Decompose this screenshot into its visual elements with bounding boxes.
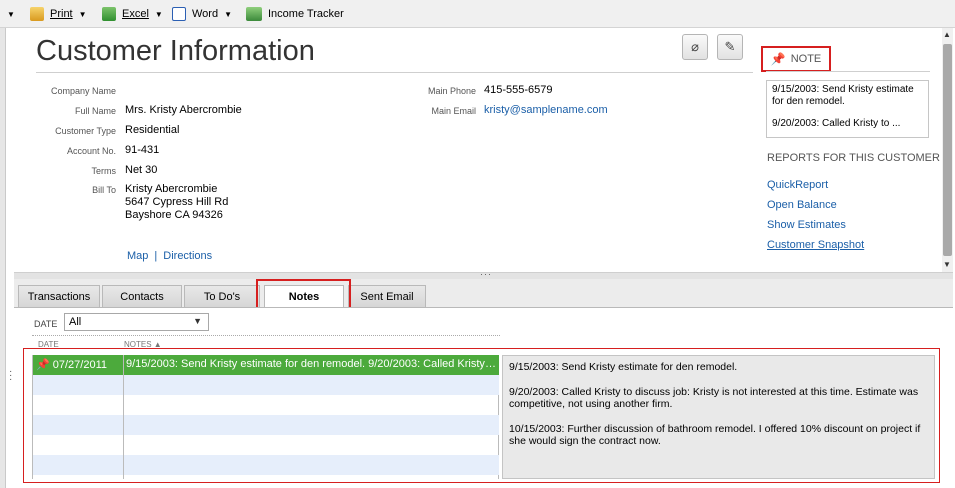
edit-button[interactable]: ✎ — [717, 34, 743, 60]
grip-icon: ··· — [480, 269, 492, 279]
bill-to-address: Kristy Abercrombie 5647 Cypress Hill Rd … — [125, 183, 228, 222]
excel-icon — [102, 7, 116, 21]
toolbar: ▼ Print ▼ Excel ▼ Word ▼ Income Tracker — [0, 0, 955, 28]
customer-info-panel: Customer Information ⌀ ✎ Company Name Fu… — [14, 28, 941, 272]
table-row[interactable]: 📌 07/27/2011 9/15/2003: Send Kristy esti… — [33, 355, 499, 375]
income-tracker-icon — [246, 7, 262, 21]
print-button[interactable]: Print ▼ — [30, 6, 87, 22]
pin-icon: 📌 — [770, 52, 786, 66]
address-line: 5647 Cypress Hill Rd — [125, 196, 229, 208]
caret-down-icon: ▼ — [154, 9, 163, 19]
date-filter-select[interactable]: All ▼ — [64, 313, 209, 331]
left-panel-edge[interactable] — [0, 28, 6, 488]
separator: | — [154, 250, 158, 262]
tab-todos[interactable]: To Do's — [184, 285, 260, 307]
row-note-cell: 9/15/2003: Send Kristy estimate for den … — [126, 358, 496, 370]
note-preview-line: 9/20/2003: Called Kristy to ... — [772, 118, 901, 129]
divider — [32, 335, 500, 336]
tab-contacts[interactable]: Contacts — [102, 285, 182, 307]
column-divider — [123, 355, 124, 479]
resize-grip-icon[interactable]: · · · — [9, 367, 12, 385]
table-row[interactable] — [33, 435, 499, 455]
attach-button[interactable]: ⌀ — [682, 34, 708, 60]
main-email-label: Main Email — [431, 106, 476, 116]
table-row[interactable] — [33, 455, 499, 475]
main-phone-value: 415-555-6579 — [484, 84, 553, 96]
table-row[interactable] — [33, 375, 499, 395]
panel-splitter[interactable]: ··· — [14, 269, 953, 279]
vertical-scrollbar[interactable]: ▲ ▼ — [942, 28, 953, 272]
note-detail-paragraph: 9/15/2003: Send Kristy estimate for den … — [509, 361, 738, 373]
word-icon — [172, 7, 186, 21]
table-row[interactable] — [33, 415, 499, 435]
scroll-up-icon[interactable]: ▲ — [943, 30, 951, 39]
show-estimates-link[interactable]: Show Estimates — [767, 219, 846, 231]
terms-value: Net 30 — [125, 164, 158, 176]
page-title: Customer Information — [36, 35, 315, 67]
account-no-label: Account No. — [66, 146, 116, 156]
caret-down-icon: ▼ — [7, 9, 15, 19]
caret-down-icon: ▼ — [78, 9, 87, 19]
note-preview[interactable]: 9/15/2003: Send Kristy estimate for den … — [766, 80, 929, 138]
pencil-icon: ✎ — [724, 39, 736, 54]
note-detail-panel[interactable]: 9/15/2003: Send Kristy estimate for den … — [502, 355, 935, 479]
terms-label: Terms — [91, 166, 117, 176]
toolbar-collapse-button[interactable]: ▼ — [7, 6, 15, 22]
directions-link[interactable]: Directions — [163, 250, 212, 262]
bill-to-label: Bill To — [92, 185, 116, 195]
address-line: Kristy Abercrombie — [125, 183, 218, 195]
address-line: Bayshore CA 94326 — [125, 209, 223, 221]
note-preview-line: 9/15/2003: Send Kristy estimate for den … — [772, 84, 914, 107]
notes-tab-body: DATE All ▼ DATE NOTES ▲ 📌 07/27/2011 9/1… — [14, 307, 953, 488]
scroll-down-icon[interactable]: ▼ — [943, 260, 951, 269]
open-balance-link[interactable]: Open Balance — [767, 199, 837, 211]
pin-icon: 📌 — [36, 359, 50, 371]
caret-down-icon: ▼ — [224, 9, 233, 19]
reports-heading: REPORTS FOR THIS CUSTOMER — [767, 152, 940, 164]
quickreport-link[interactable]: QuickReport — [767, 179, 828, 191]
note-detail-paragraph: 10/15/2003: Further discussion of bathro… — [509, 422, 921, 448]
tab-transactions[interactable]: Transactions — [18, 285, 100, 307]
note-button[interactable]: 📌 NOTE — [761, 46, 831, 72]
table-row[interactable] — [33, 395, 499, 415]
income-tracker-button[interactable]: Income Tracker — [246, 6, 344, 22]
note-detail-paragraph: 9/20/2003: Called Kristy to discuss job:… — [509, 385, 919, 411]
date-filter-label: DATE — [34, 319, 58, 329]
notes-grid: 📌 07/27/2011 9/15/2003: Send Kristy esti… — [32, 355, 499, 479]
tabs-area: Transactions Contacts To Do's Notes Sent… — [14, 279, 953, 488]
company-name-label: Company Name — [50, 86, 116, 96]
divider — [766, 71, 930, 72]
account-no-value: 91-431 — [125, 144, 160, 156]
map-link[interactable]: Map — [127, 250, 148, 262]
divider — [36, 72, 753, 73]
scrollbar-thumb[interactable] — [943, 44, 952, 256]
row-date-cell: 📌 07/27/2011 — [36, 359, 108, 371]
paperclip-icon: ⌀ — [691, 39, 699, 54]
excel-button[interactable]: Excel ▼ — [102, 6, 163, 22]
customer-snapshot-link[interactable]: Customer Snapshot — [767, 239, 864, 251]
word-button[interactable]: Word ▼ — [172, 6, 232, 22]
customer-type-value: Residential — [125, 124, 180, 136]
main-email-link[interactable]: kristy@samplename.com — [484, 104, 608, 116]
printer-icon — [30, 7, 44, 21]
full-name-value: Mrs. Kristy Abercrombie — [125, 104, 242, 116]
map-directions: Map | Directions — [127, 250, 212, 262]
customer-type-label: Customer Type — [55, 126, 116, 136]
full-name-label: Full Name — [74, 106, 116, 116]
chevron-down-icon: ▼ — [193, 316, 202, 326]
tab-sent-email[interactable]: Sent Email — [348, 285, 426, 307]
main-phone-label: Main Phone — [427, 86, 476, 96]
